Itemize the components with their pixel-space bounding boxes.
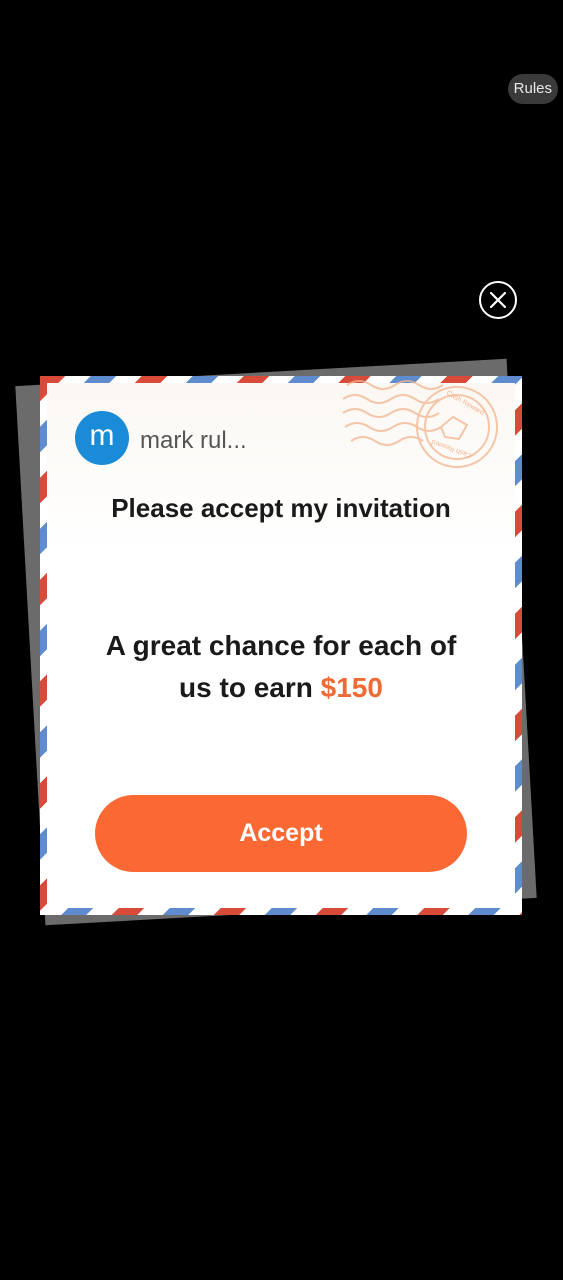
close-icon	[489, 291, 507, 309]
rules-label: Rules	[513, 80, 552, 97]
accept-button[interactable]: Accept	[95, 795, 467, 872]
sender-avatar: m	[75, 411, 129, 465]
reward-amount: $150	[320, 672, 383, 703]
message-line-2: us to earn $150	[77, 667, 485, 709]
stamp-text: Cash Reward	[445, 390, 485, 417]
message-line-1: A great chance for each of	[105, 630, 457, 661]
stamp-text-bottom: Cash Reward	[431, 438, 473, 459]
close-button[interactable]	[479, 281, 517, 319]
sender-name: mark rul...	[140, 427, 247, 454]
invitation-card: Cash Reward Cash Reward m mark rul... Pl…	[47, 380, 515, 908]
avatar-letter: m	[89, 419, 115, 452]
invitation-message: A great chance for each of us to earn $1…	[77, 625, 485, 709]
postmark-stamp-icon: Cash Reward Cash Reward	[342, 380, 498, 468]
invitation-envelope: Cash Reward Cash Reward m mark rul... Pl…	[40, 376, 522, 915]
invitation-title: Please accept my invitation	[111, 493, 451, 523]
invitation-screen: Rules Cash Reward Cash Reward m mark rul…	[0, 0, 563, 1280]
message-line-2-text: us to earn	[179, 672, 313, 703]
accept-label: Accept	[239, 819, 323, 847]
rules-button[interactable]: Rules	[507, 74, 558, 104]
